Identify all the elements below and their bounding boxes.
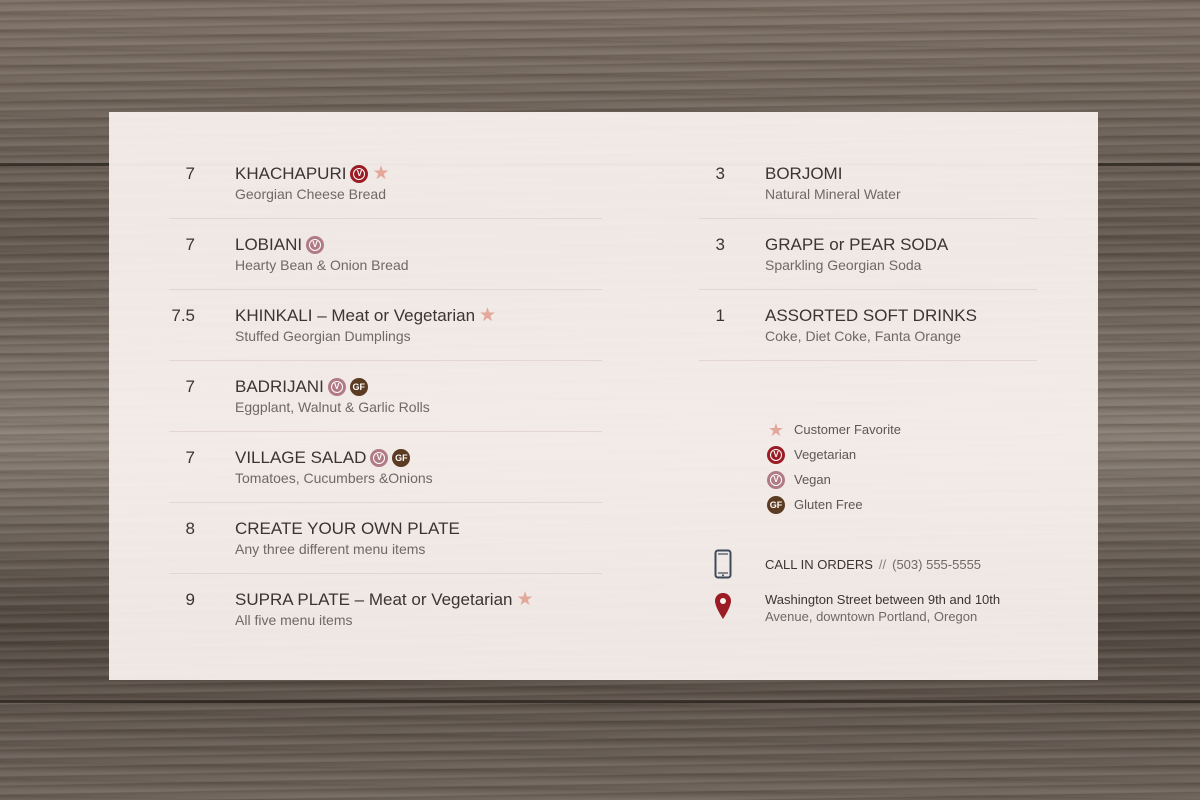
menu-item: 7 VILLAGE SALAD V GF Tomatoes, Cucumbers &On… — [169, 432, 602, 503]
vegan-icon: V — [327, 378, 346, 396]
item-description: Any three different menu items — [235, 541, 426, 557]
location-pin-icon — [713, 592, 733, 620]
phone-order-info: CALL IN ORDERS // (503) 555-5555 — [713, 549, 981, 579]
item-name-line: GRAPE or PEAR SODA — [765, 234, 948, 256]
item-price: 3 — [715, 164, 725, 183]
menu-panel: 7 KHACHAPURI V ★ Georgian Cheese Bread 7 LOBIA… — [109, 112, 1098, 680]
vegan-icon: V — [306, 236, 325, 254]
address-line-2: Avenue, downtown Portland, Oregon — [765, 609, 978, 624]
item-name-line: VILLAGE SALAD V GF — [235, 447, 411, 469]
address-line-1: Washington Street between 9th and 10th — [765, 592, 1001, 607]
item-name: BADRIJANI — [235, 377, 324, 396]
phone-separator: // — [878, 556, 887, 572]
legend-symbol: GF — [766, 495, 786, 514]
legend-label: Customer Favorite — [794, 422, 901, 437]
gluten-free-icon: GF — [349, 378, 368, 396]
item-description: All five menu items — [235, 612, 353, 628]
menu-item: 7 KHACHAPURI V ★ Georgian Cheese Bread — [169, 112, 602, 219]
item-name-line: BADRIJANI V GF — [235, 376, 368, 398]
vegetarian-icon: V — [350, 165, 369, 183]
item-name-line: SUPRA PLATE – Meat or Vegetarian ★ — [235, 589, 534, 611]
item-name-line: KHINKALI – Meat or Vegetarian ★ — [235, 305, 496, 327]
item-name: CREATE YOUR OWN PLATE — [235, 519, 460, 538]
item-name: VILLAGE SALAD — [235, 448, 367, 467]
vegan-icon: V — [370, 449, 389, 467]
star-icon: ★ — [479, 305, 497, 326]
item-price: 3 — [715, 235, 725, 254]
phone-number[interactable]: (503) 555-5555 — [892, 557, 981, 572]
item-name: SUPRA PLATE – Meat or Vegetarian — [235, 590, 513, 609]
item-price: 7 — [185, 377, 195, 396]
legend-label: Vegan — [794, 472, 831, 487]
menu-item: 7 LOBIANI V Hearty Bean & Onion Bread — [169, 219, 602, 290]
menu-item: 8 CREATE YOUR OWN PLATE Any three differen… — [169, 503, 602, 574]
legend-item: V Vegetarian — [766, 442, 901, 467]
item-price: 7 — [185, 448, 195, 467]
address-info: Washington Street between 9th and 10th Av… — [713, 592, 1000, 625]
legend-symbol: V — [766, 445, 786, 464]
menu-item: 9 SUPRA PLATE – Meat or Vegetarian ★ All fi… — [169, 574, 602, 644]
menu-item: 3 GRAPE or PEAR SODA Sparkling Georgian So… — [699, 219, 1037, 290]
item-name-line: ASSORTED SOFT DRINKS — [765, 305, 977, 327]
legend-item: V Vegan — [766, 467, 901, 492]
item-price: 7 — [185, 235, 195, 254]
item-description: Hearty Bean & Onion Bread — [235, 257, 409, 273]
item-name: KHACHAPURI — [235, 164, 347, 183]
gluten-free-icon: GF — [392, 449, 411, 467]
address-text: Washington Street between 9th and 10th Av… — [765, 591, 1000, 625]
item-name: LOBIANI — [235, 235, 303, 254]
item-description: Tomatoes, Cucumbers &Onions — [235, 470, 433, 486]
item-name: BORJOMI — [765, 164, 843, 183]
item-price: 8 — [185, 519, 195, 538]
legend-item: ★ Customer Favorite — [766, 417, 901, 442]
legend-label: Vegetarian — [794, 447, 857, 462]
item-name-line: CREATE YOUR OWN PLATE — [235, 518, 460, 540]
legend-item: GF Gluten Free — [766, 492, 901, 517]
item-price: 1 — [715, 306, 725, 325]
phone-icon — [713, 549, 733, 579]
item-price: 7 — [185, 164, 195, 183]
vegan-icon: V — [767, 470, 785, 489]
item-name-line: LOBIANI V — [235, 234, 325, 256]
gluten-free-icon: GF — [767, 495, 785, 514]
item-name-line: BORJOMI — [765, 163, 842, 185]
legend-symbol: V — [766, 470, 786, 489]
legend-symbol: ★ — [766, 421, 786, 439]
menu-item: 7 BADRIJANI V GF Eggplant, Walnut & Garlic R… — [169, 361, 602, 432]
item-name: ASSORTED SOFT DRINKS — [765, 306, 977, 325]
food-menu-list: 7 KHACHAPURI V ★ Georgian Cheese Bread 7 LOBIA… — [169, 112, 602, 644]
item-name-line: KHACHAPURI V ★ — [235, 163, 390, 185]
menu-item: 7.5 KHINKALI – Meat or Vegetarian ★ Stuffed… — [169, 290, 602, 361]
item-description: Georgian Cheese Bread — [235, 186, 386, 202]
item-price: 7.5 — [171, 306, 195, 325]
star-icon: ★ — [372, 163, 390, 184]
item-description: Coke, Diet Coke, Fanta Orange — [765, 328, 962, 344]
item-price: 9 — [185, 590, 195, 609]
drinks-menu-list: 3 BORJOMI Natural Mineral Water 3 GRAPE or P… — [699, 112, 1037, 361]
item-name: KHINKALI – Meat or Vegetarian — [235, 306, 476, 325]
dietary-legend: ★ Customer Favorite V Vegetarian V Vegan GF Glu… — [766, 417, 901, 517]
item-description: Natural Mineral Water — [765, 186, 901, 202]
vegetarian-icon: V — [767, 445, 785, 464]
item-description: Eggplant, Walnut & Garlic Rolls — [235, 399, 430, 415]
item-description: Stuffed Georgian Dumplings — [235, 328, 411, 344]
phone-label: CALL IN ORDERS — [765, 556, 873, 572]
item-description: Sparkling Georgian Soda — [765, 257, 922, 273]
legend-label: Gluten Free — [794, 497, 863, 512]
item-name: GRAPE or PEAR SODA — [765, 235, 949, 254]
star-icon: ★ — [767, 419, 785, 440]
menu-item: 3 BORJOMI Natural Mineral Water — [699, 112, 1037, 219]
menu-item: 1 ASSORTED SOFT DRINKS Coke, Diet Coke, Fa… — [699, 290, 1037, 361]
star-icon: ★ — [516, 589, 534, 610]
